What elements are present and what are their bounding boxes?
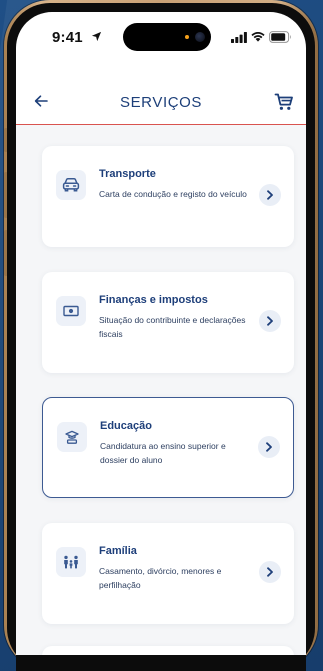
banknote-icon xyxy=(63,305,79,317)
chevron-right-button[interactable] xyxy=(259,184,281,206)
card-description: Candidatura ao ensino superior e dossier… xyxy=(100,441,226,465)
family-icon xyxy=(64,555,78,569)
cart-button[interactable] xyxy=(270,88,298,116)
chevron-right-icon xyxy=(267,567,273,577)
cellular-signal-icon xyxy=(231,32,247,43)
phone-bottom-bezel xyxy=(16,655,306,671)
service-card-financas-e-impostos[interactable]: Finanças e impostos Situação do contribu… xyxy=(42,272,294,373)
card-title: Finanças e impostos xyxy=(99,294,208,306)
card-icon-container xyxy=(57,422,87,452)
shopping-cart-icon xyxy=(274,93,293,110)
card-title: Família xyxy=(99,545,137,557)
card-icon-container xyxy=(56,170,86,200)
card-title: Educação xyxy=(100,420,152,432)
chevron-right-icon xyxy=(266,442,272,452)
card-description: Situação do contribuinte e declarações f… xyxy=(99,315,246,339)
card-title: Transporte xyxy=(99,168,156,180)
chevron-right-button[interactable] xyxy=(259,310,281,332)
battery-icon xyxy=(269,31,291,43)
chevron-right-icon xyxy=(267,316,273,326)
privacy-indicator-icon xyxy=(185,35,189,39)
card-icon-container xyxy=(56,296,86,326)
chevron-right-icon xyxy=(267,190,273,200)
wifi-icon xyxy=(251,32,265,42)
service-card-transporte[interactable]: Transporte Carta de condução e registo d… xyxy=(42,146,294,247)
status-time: 9:41 xyxy=(52,29,83,46)
service-card-educacao[interactable]: Educação Candidatura ao ensino superior … xyxy=(42,397,294,498)
location-arrow-icon xyxy=(91,31,102,42)
chevron-right-button[interactable] xyxy=(258,436,280,458)
card-icon-container xyxy=(56,547,86,577)
card-description: Carta de condução e registo do veículo xyxy=(99,189,247,199)
front-camera-icon xyxy=(195,32,205,42)
card-description: Casamento, divórcio, menores e perfilhaç… xyxy=(99,566,222,590)
status-bar: 9:41 xyxy=(16,12,306,60)
page-title: SERVIÇOS xyxy=(119,94,203,111)
phone-screen: 9:41 SERVIÇOS Transporte Carta de conduç… xyxy=(16,12,306,667)
service-card-familia[interactable]: Família Casamento, divórcio, menores e p… xyxy=(42,523,294,624)
graduation-icon xyxy=(65,430,79,444)
app-header: SERVIÇOS xyxy=(16,80,306,125)
chevron-right-button[interactable] xyxy=(259,561,281,583)
dynamic-island xyxy=(123,23,211,51)
services-list: Transporte Carta de condução e registo d… xyxy=(16,125,306,667)
car-icon xyxy=(62,178,80,192)
